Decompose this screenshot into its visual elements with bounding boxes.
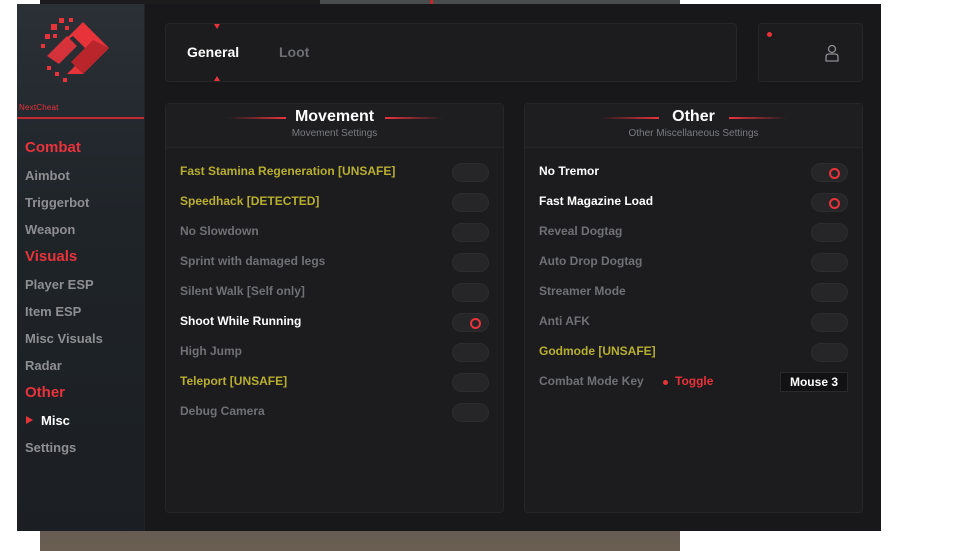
setting-label: Teleport [UNSAFE] [180, 374, 288, 388]
sprint-damaged-toggle[interactable] [452, 253, 489, 272]
sidebar-category-visuals: Visuals [25, 248, 78, 265]
setting-row-no-slowdown: No Slowdown [166, 217, 503, 247]
setting-label: Debug Camera [180, 404, 265, 418]
sidebar-item-aimbot[interactable]: Aimbot [25, 162, 143, 189]
setting-row-combat-mode-key: Combat Mode Key Toggle Mouse 3 [525, 367, 862, 397]
setting-label: Auto Drop Dogtag [539, 254, 643, 268]
sidebar-item-triggerbot[interactable]: Triggerbot [25, 189, 143, 216]
sidebar-item-player-esp[interactable]: Player ESP [25, 271, 143, 298]
sidebar-item-weapon[interactable]: Weapon [25, 216, 143, 243]
setting-row-teleport: Teleport [UNSAFE] [166, 367, 503, 397]
setting-row-reveal-dogtag: Reveal Dogtag [525, 217, 862, 247]
user-icon[interactable] [825, 44, 839, 62]
setting-label: Anti AFK [539, 314, 590, 328]
movement-panel-title: Movement [294, 108, 375, 125]
setting-row-speedhack: Speedhack [DETECTED] [166, 187, 503, 217]
silent-walk-toggle[interactable] [452, 283, 489, 302]
logo-text: NextCheat [19, 103, 59, 112]
setting-row-sprint-damaged: Sprint with damaged legs [166, 247, 503, 277]
sidebar: NextCheat Combat Aimbot Triggerbot Weapo… [17, 4, 145, 531]
logo-chevron-icon [41, 18, 109, 82]
movement-panel: Movement Movement Settings Fast Stamina … [165, 103, 504, 513]
setting-row-debug-camera: Debug Camera [166, 397, 503, 427]
movement-panel-header: Movement Movement Settings [166, 104, 503, 148]
anti-afk-toggle[interactable] [811, 313, 848, 332]
setting-row-streamer-mode: Streamer Mode [525, 277, 862, 307]
setting-label: Shoot While Running [180, 314, 302, 328]
tab-loot[interactable]: Loot [279, 24, 309, 81]
setting-row-godmode: Godmode [UNSAFE] [525, 337, 862, 367]
setting-label: Fast Stamina Regeneration [UNSAFE] [180, 164, 396, 178]
keybind-mode-button[interactable]: Toggle [675, 374, 713, 388]
tab-bar: General Loot [165, 23, 737, 82]
setting-label: No Slowdown [180, 224, 259, 238]
debug-camera-toggle[interactable] [452, 403, 489, 422]
cheat-menu-window: NextCheat Combat Aimbot Triggerbot Weapo… [17, 4, 881, 531]
setting-label: High Jump [180, 344, 242, 358]
speedhack-toggle[interactable] [452, 193, 489, 212]
setting-label: Silent Walk [Self only] [180, 284, 305, 298]
godmode-toggle[interactable] [811, 343, 848, 362]
keybind-mode-dot [663, 380, 668, 385]
tab-general[interactable]: General [187, 24, 239, 81]
fast-magazine-toggle[interactable] [811, 193, 848, 212]
auto-drop-dogtag-toggle[interactable] [811, 253, 848, 272]
other-panel-header: Other Other Miscellaneous Settings [525, 104, 862, 148]
sidebar-nav: Combat Aimbot Triggerbot Weapon Visuals … [25, 138, 143, 461]
setting-label: Reveal Dogtag [539, 224, 623, 238]
setting-label: Speedhack [DETECTED] [180, 194, 320, 208]
sidebar-item-misc[interactable]: Misc [25, 407, 143, 434]
streamer-mode-toggle[interactable] [811, 283, 848, 302]
setting-row-fast-stamina: Fast Stamina Regeneration [UNSAFE] [166, 157, 503, 187]
no-tremor-toggle[interactable] [811, 163, 848, 182]
other-rows: No Tremor Fast Magazine Load Reveal Dogt… [525, 157, 862, 397]
sidebar-item-radar[interactable]: Radar [25, 352, 143, 379]
setting-row-fast-magazine: Fast Magazine Load [525, 187, 862, 217]
teleport-toggle[interactable] [452, 373, 489, 392]
sidebar-item-misc-visuals[interactable]: Misc Visuals [25, 325, 143, 352]
setting-row-silent-walk: Silent Walk [Self only] [166, 277, 503, 307]
keybind-label: Combat Mode Key [539, 374, 644, 388]
setting-label: Fast Magazine Load [539, 194, 654, 208]
setting-label: Streamer Mode [539, 284, 626, 298]
other-panel-title: Other [672, 108, 715, 125]
movement-panel-subtitle: Movement Settings [291, 128, 378, 139]
sidebar-category-combat: Combat [25, 139, 81, 156]
high-jump-toggle[interactable] [452, 343, 489, 362]
setting-label: Sprint with damaged legs [180, 254, 326, 268]
movement-rows: Fast Stamina Regeneration [UNSAFE] Speed… [166, 157, 503, 427]
setting-row-anti-afk: Anti AFK [525, 307, 862, 337]
no-slowdown-toggle[interactable] [452, 223, 489, 242]
setting-label: Godmode [UNSAFE] [539, 344, 656, 358]
setting-row-auto-drop-dogtag: Auto Drop Dogtag [525, 247, 862, 277]
shoot-running-toggle[interactable] [452, 313, 489, 332]
reveal-dogtag-toggle[interactable] [811, 223, 848, 242]
logo-underline [17, 117, 145, 119]
sidebar-category-other: Other [25, 384, 66, 401]
other-panel: Other Other Miscellaneous Settings No Tr… [524, 103, 863, 513]
status-dot [767, 32, 772, 37]
other-panel-subtitle: Other Miscellaneous Settings [628, 128, 759, 139]
setting-row-high-jump: High Jump [166, 337, 503, 367]
setting-row-shoot-running: Shoot While Running [166, 307, 503, 337]
sidebar-item-settings[interactable]: Settings [25, 434, 143, 461]
fast-stamina-toggle[interactable] [452, 163, 489, 182]
sidebar-item-item-esp[interactable]: Item ESP [25, 298, 143, 325]
logo: NextCheat [17, 4, 145, 120]
user-box [758, 23, 863, 82]
setting-row-no-tremor: No Tremor [525, 157, 862, 187]
keybind-key-button[interactable]: Mouse 3 [780, 372, 848, 392]
setting-label: No Tremor [539, 164, 600, 178]
